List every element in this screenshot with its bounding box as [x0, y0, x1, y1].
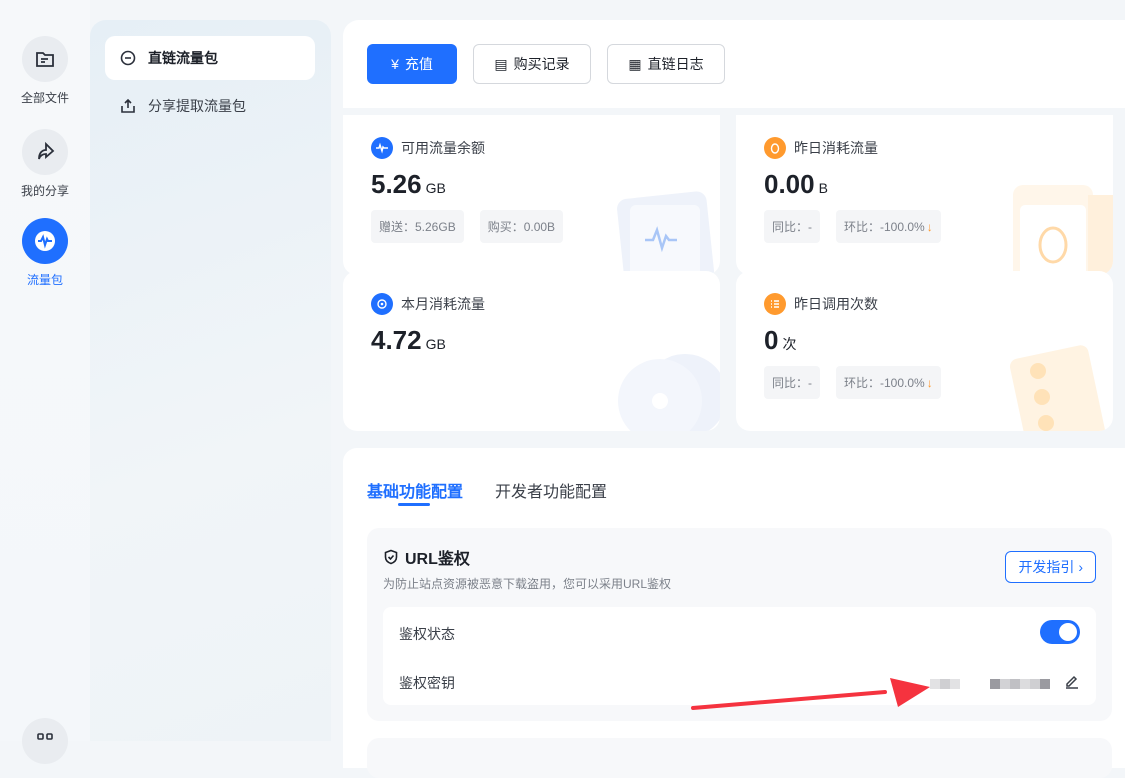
tab-developer-config[interactable]: 开发者功能配置 [495, 478, 607, 502]
shield-check-icon [384, 549, 398, 565]
calendar-icon: ▦ [628, 55, 642, 72]
egg-icon [764, 137, 786, 159]
card-month-traffic: 本月消耗流量 4.72 GB [343, 271, 720, 431]
toolbar: ¥ 充值 ▤ 购买记录 ▦ 直链日志 [343, 20, 1125, 108]
rail-item-my-share[interactable]: 我的分享 [0, 129, 90, 199]
config-panel: 基础功能配置 开发者功能配置 URL鉴权 为防止站点资源被恶意下载盗用，您可以采… [343, 448, 1125, 778]
dev-guide-button[interactable]: 开发指引 › [1005, 551, 1096, 583]
card-illustration [1013, 185, 1113, 275]
rail-item-all-files[interactable]: 全部文件 [0, 36, 90, 106]
traffic-icon [22, 218, 68, 264]
sub-navigation: 直链流量包 分享提取流量包 [90, 20, 331, 741]
share-icon [22, 129, 68, 175]
card-yesterday-traffic: 昨日消耗流量 0.00 B 同比：- 环比：-100.0% ↓ [736, 115, 1113, 275]
minus-circle-icon [120, 50, 136, 66]
receipt-icon: ▤ [494, 55, 508, 72]
yuan-icon: ¥ [391, 56, 399, 72]
arrow-down-icon: ↓ [926, 219, 933, 234]
direct-log-button[interactable]: ▦ 直链日志 [607, 44, 725, 84]
edit-icon[interactable] [1064, 673, 1080, 689]
rail-item-traffic[interactable]: 流量包 [0, 218, 90, 288]
auth-key-masked [930, 679, 1050, 689]
annotation-arrow [691, 678, 930, 710]
next-section [367, 738, 1112, 778]
subnav-share-traffic[interactable]: 分享提取流量包 [105, 84, 315, 128]
card-illustration [1009, 345, 1107, 431]
icon-rail: 全部文件 我的分享 流量包 [0, 0, 90, 764]
folder-icon [22, 36, 68, 82]
card-available-traffic: 可用流量余额 5.26 GB 赠送：5.26GB 购买：0.00B [343, 115, 720, 275]
tab-basic-config[interactable]: 基础功能配置 [367, 478, 463, 502]
purchase-record-button[interactable]: ▤ 购买记录 [473, 44, 591, 84]
target-icon [371, 293, 393, 315]
subnav-direct-link-traffic[interactable]: 直链流量包 [105, 36, 315, 80]
pulse-icon [371, 137, 393, 159]
apps-icon [22, 718, 68, 764]
chevron-right-icon: › [1074, 559, 1083, 575]
recharge-button[interactable]: ¥ 充值 [367, 44, 457, 84]
rail-item-more[interactable] [0, 718, 90, 764]
card-illustration [618, 354, 720, 431]
active-tab-indicator [398, 503, 430, 506]
list-icon [764, 293, 786, 315]
card-yesterday-calls: 昨日调用次数 0次 同比：- 环比：-100.0% ↓ [736, 271, 1113, 431]
card-illustration [617, 191, 714, 275]
auth-status-toggle[interactable] [1040, 620, 1080, 644]
arrow-down-icon: ↓ [926, 375, 933, 390]
upload-icon [121, 98, 135, 113]
